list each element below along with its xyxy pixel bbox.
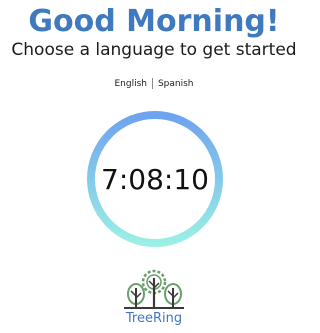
language-option-english[interactable]: English: [112, 78, 149, 90]
language-switch: English Spanish: [0, 78, 308, 90]
language-option-spanish[interactable]: Spanish: [156, 78, 196, 90]
language-divider: [151, 78, 153, 89]
logo-wordmark: TreeRing: [125, 311, 183, 326]
greeting-subtitle: Choose a language to get started: [11, 40, 297, 60]
greeting-title: Good Morning!: [28, 4, 280, 39]
clock-time: 7:08:10: [101, 162, 209, 196]
